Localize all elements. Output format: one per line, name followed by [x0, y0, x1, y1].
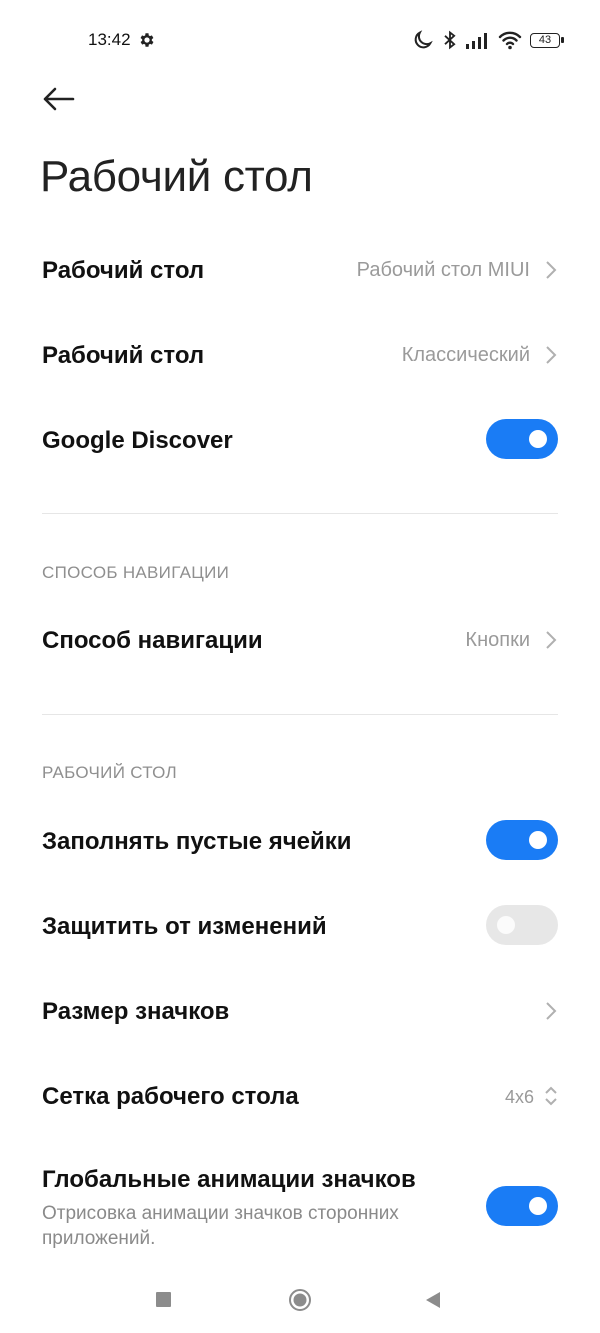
- chevron-right-icon: [546, 631, 557, 649]
- status-time: 13:42: [88, 30, 131, 49]
- setting-desktop-grid[interactable]: Сетка рабочего стола 4x6: [0, 1054, 600, 1138]
- setting-label: Защитить от изменений: [42, 913, 327, 940]
- divider: [42, 513, 558, 514]
- chevron-right-icon: [546, 261, 557, 279]
- setting-fill-empty-cells[interactable]: Заполнять пустые ячейки: [0, 799, 600, 883]
- setting-value: Рабочий стол MIUI: [356, 259, 530, 281]
- gear-icon: [140, 33, 154, 47]
- chevron-up-down-icon: [545, 1086, 557, 1106]
- moon-icon: [414, 30, 433, 49]
- home-circle-icon[interactable]: [288, 1288, 312, 1312]
- wifi-icon: [498, 31, 522, 50]
- setting-desktop-type[interactable]: Рабочий стол Рабочий стол MIUI: [0, 228, 600, 312]
- setting-desktop-layout[interactable]: Рабочий стол Классический: [0, 313, 600, 397]
- setting-value: Кнопки: [465, 629, 530, 651]
- setting-google-discover[interactable]: Google Discover: [0, 398, 600, 482]
- setting-label: Рабочий стол: [42, 342, 205, 369]
- setting-description: Отрисовка анимации значков сторонних при…: [42, 1203, 399, 1249]
- setting-lock-layout[interactable]: Защитить от изменений: [0, 884, 600, 968]
- arrow-left-icon[interactable]: [40, 84, 76, 114]
- lock-layout-toggle[interactable]: [486, 905, 558, 945]
- setting-value: 4x6: [504, 1087, 534, 1107]
- setting-icon-size[interactable]: Размер значков: [0, 969, 600, 1053]
- section-title-navigation: СПОСОБ НАВИГАЦИИ: [42, 563, 230, 582]
- toggle-knob: [497, 916, 515, 934]
- setting-label: Заполнять пустые ячейки: [42, 828, 352, 855]
- google-discover-toggle[interactable]: [486, 419, 558, 459]
- setting-label: Размер значков: [42, 998, 230, 1025]
- setting-label: Сетка рабочего стола: [42, 1083, 299, 1110]
- section-title-desktop: РАБОЧИЙ СТОЛ: [42, 763, 177, 782]
- back-triangle-icon[interactable]: [425, 1291, 441, 1309]
- setting-label: Рабочий стол: [42, 257, 205, 284]
- setting-global-icon-animations[interactable]: Глобальные анимации значков Отрисовка ан…: [0, 1140, 600, 1255]
- setting-label: Google Discover: [42, 427, 233, 454]
- setting-label: Способ навигации: [42, 627, 263, 654]
- fill-empty-cells-toggle[interactable]: [486, 820, 558, 860]
- global-animations-toggle[interactable]: [486, 1186, 558, 1226]
- toggle-knob: [529, 831, 547, 849]
- toggle-knob: [529, 1197, 547, 1215]
- signal-icon: [466, 33, 487, 49]
- divider: [42, 714, 558, 715]
- bluetooth-icon: [444, 30, 456, 50]
- recents-square-icon[interactable]: [156, 1292, 171, 1307]
- chevron-right-icon: [546, 346, 557, 364]
- setting-label: Глобальные анимации значков: [42, 1166, 416, 1193]
- page-title: Рабочий стол: [40, 152, 313, 201]
- toggle-knob: [529, 430, 547, 448]
- setting-value: Классический: [401, 344, 530, 366]
- setting-navigation-method[interactable]: Способ навигации Кнопки: [0, 598, 600, 682]
- chevron-right-icon: [546, 1002, 557, 1020]
- battery-icon: 43: [530, 33, 564, 48]
